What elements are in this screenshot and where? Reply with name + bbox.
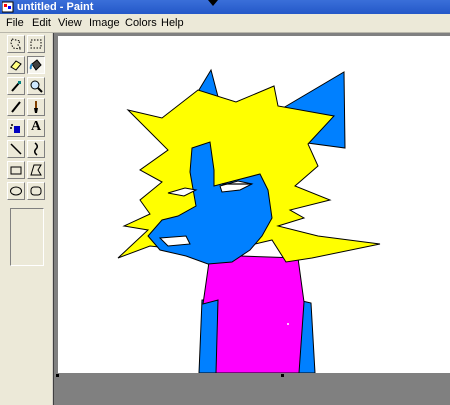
tool-brush[interactable] [27, 98, 45, 116]
tool-magnifier[interactable] [27, 77, 45, 95]
tool-select[interactable] [27, 35, 45, 53]
line-icon [10, 143, 22, 155]
tool-rounded-rectangle[interactable] [27, 182, 45, 200]
drawing-canvas[interactable] [58, 36, 450, 373]
tool-polygon[interactable] [27, 161, 45, 179]
rect-select-icon [30, 39, 42, 49]
paint-app-icon [2, 1, 14, 13]
tool-airbrush[interactable] [7, 119, 25, 137]
rounded-rectangle-icon [30, 186, 42, 196]
airbrush-icon [10, 124, 20, 133]
tool-box: A [0, 33, 52, 405]
color-picker-icon [11, 81, 21, 92]
menu-bar: File Edit View Image Colors Help [0, 14, 450, 33]
tool-free-form-select[interactable] [7, 35, 25, 53]
menu-view[interactable]: View [58, 16, 82, 30]
brush-icon [34, 101, 38, 113]
tool-fill[interactable] [27, 56, 45, 74]
tool-ellipse[interactable] [7, 182, 25, 200]
tool-rectangle[interactable] [7, 161, 25, 179]
tool-pick-color[interactable] [7, 77, 25, 95]
curve-icon [33, 142, 39, 156]
shirt [202, 254, 305, 373]
window-title: untitled - Paint [17, 1, 94, 13]
resize-handle-bottom-left[interactable] [56, 374, 59, 377]
menu-help[interactable]: Help [161, 16, 184, 30]
tool-eraser[interactable] [7, 56, 25, 74]
text-icon: A [31, 119, 42, 134]
rectangle-icon [10, 166, 22, 175]
tool-options-box[interactable] [10, 208, 44, 266]
title-bar[interactable]: untitled - Paint [0, 0, 450, 14]
drawing [117, 68, 381, 373]
resize-handle-bottom[interactable] [281, 374, 284, 377]
dropdown-caret-icon [208, 0, 218, 6]
tool-text[interactable]: A [27, 119, 45, 137]
ellipse-icon [10, 186, 22, 196]
menu-image[interactable]: Image [89, 16, 120, 30]
eraser-icon [10, 60, 22, 71]
fill-bucket-icon [29, 59, 42, 71]
menu-file[interactable]: File [6, 16, 24, 30]
polygon-icon [30, 164, 42, 176]
free-form-select-icon [10, 38, 23, 50]
magnifier-icon [30, 80, 43, 93]
tool-curve[interactable] [27, 140, 45, 158]
pencil-icon [11, 101, 21, 113]
tool-pencil[interactable] [7, 98, 25, 116]
shirt-highlight [287, 323, 289, 325]
menu-colors[interactable]: Colors [125, 16, 157, 30]
menu-edit[interactable]: Edit [32, 16, 51, 30]
left-arm [198, 299, 219, 373]
tool-line[interactable] [7, 140, 25, 158]
